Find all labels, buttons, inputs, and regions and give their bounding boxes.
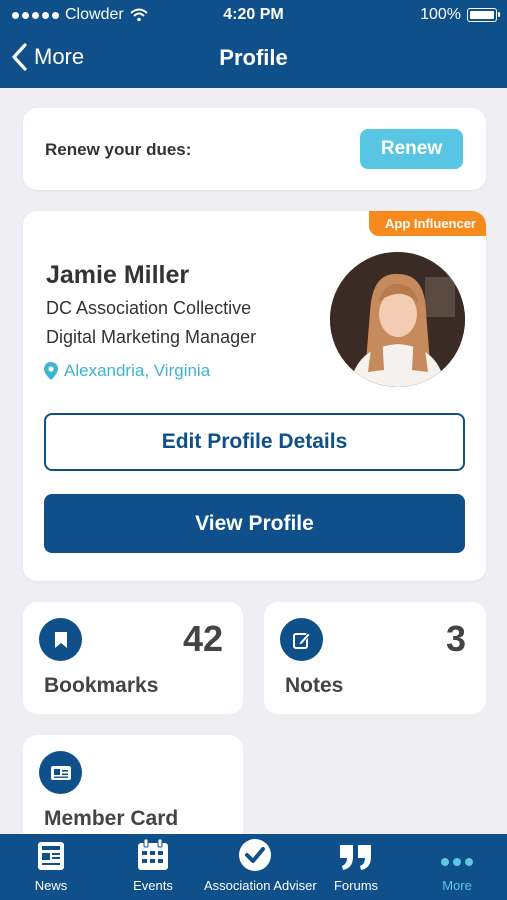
profile-name: Jamie Miller [46,261,190,289]
edit-profile-button[interactable]: Edit Profile Details [44,413,465,471]
nav-bar: More Profile [0,30,507,88]
member-card-label: Member Card [44,807,179,830]
bookmark-icon [39,618,82,661]
renew-button[interactable]: Renew [360,129,463,169]
tab-news[interactable]: News [0,834,102,900]
check-circle-icon [204,834,305,874]
location-text: Alexandria, Virginia [64,361,211,380]
quote-icon [305,834,407,874]
chevron-left-icon [12,43,27,71]
bookmarks-label: Bookmarks [44,674,159,697]
renew-dues-text: Renew your dues: [45,140,192,159]
edit-note-icon [280,618,323,661]
location-pin-icon [44,362,58,380]
status-bar: Clowder 4:20 PM 100% [0,0,507,30]
bookmarks-count: 42 [182,618,223,659]
profile-organization: DC Association Collective [46,298,252,318]
tab-association-adviser[interactable]: Association Adviser [204,834,317,900]
profile-card: App Influencer Jamie Miller DC Associati… [23,211,486,581]
tab-forums-label: Forums [333,878,379,893]
tab-news-label: News [34,878,68,893]
newspaper-icon [0,834,102,874]
tab-events-label: Events [133,878,173,893]
app-influencer-badge: App Influencer [368,211,486,236]
tab-events[interactable]: Events [102,834,204,900]
back-button[interactable]: More [10,42,84,72]
notes-tile[interactable]: 3 Notes [264,602,486,714]
tab-association-adviser-label: Association Adviser [204,878,317,893]
view-profile-button[interactable]: View Profile [44,494,465,553]
profile-role: Digital Marketing Manager [46,327,257,347]
more-dots-icon [407,834,507,874]
calendar-icon [102,834,204,874]
tab-bar: News Events Association Adviser Forums M… [0,834,507,900]
battery-icon [467,8,500,22]
id-card-icon [39,751,82,794]
tab-forums[interactable]: Forums [305,834,407,900]
tab-more[interactable]: More [407,834,507,900]
member-card-tile[interactable]: Member Card [23,735,243,845]
back-label: More [34,44,85,69]
notes-count: 3 [445,618,466,659]
avatar [330,252,465,387]
tab-more-label: More [442,878,472,893]
bookmarks-tile[interactable]: 42 Bookmarks [23,602,243,714]
battery-percent: 100% [420,6,461,23]
battery-status: 100% [420,6,500,24]
profile-location: Alexandria, Virginia [44,361,210,381]
renew-dues-card: Renew your dues: Renew [23,108,486,190]
notes-label: Notes [285,674,344,697]
